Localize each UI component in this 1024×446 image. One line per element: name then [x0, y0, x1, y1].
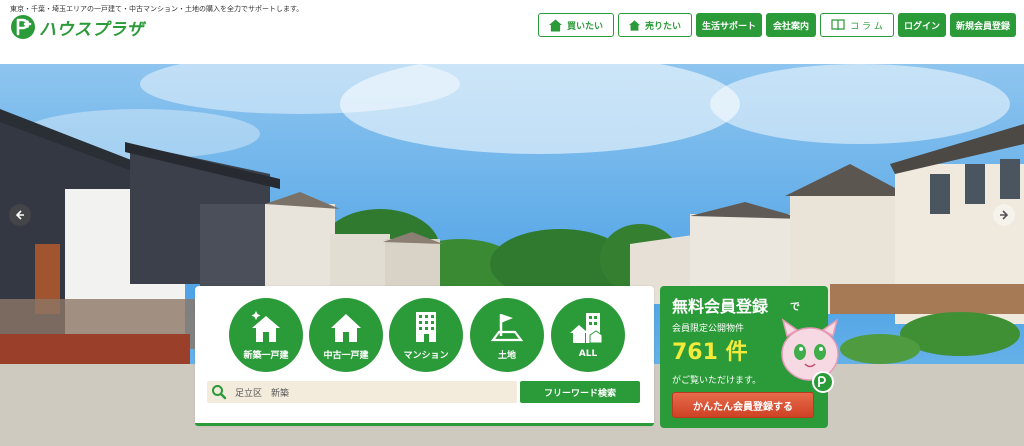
- category-land-label: 土地: [497, 350, 516, 361]
- easy-register-button[interactable]: かんたん会員登録する: [672, 392, 814, 418]
- nav-sell-label: 売りたい: [644, 21, 681, 32]
- logo-text: ハウスプラザ: [39, 19, 144, 40]
- hero-slider: 新築一戸建 中古一戸建 マンション 土地 ALL 足立区 新築 フリーワード検索…: [0, 64, 1024, 446]
- search-icon: [212, 385, 227, 400]
- nav-life-support-button[interactable]: 生活サポート: [696, 13, 762, 37]
- page: 東京・千葉・埼玉エリアの一戸建て・中古マンション・土地の購入を全力でサポートしま…: [0, 0, 1024, 446]
- category-mansion-button[interactable]: マンション: [389, 298, 463, 372]
- nav-company-button[interactable]: 会社案内: [766, 13, 816, 37]
- new-house-icon: [251, 310, 280, 342]
- category-new-house-label: 新築一戸建: [243, 350, 289, 361]
- main-nav: 買いたい 売りたい 生活サポート 会社案内 コ ラ ム ログイン 新規会員登録: [538, 13, 1016, 37]
- house-icon: [549, 18, 562, 32]
- member-panel-title: 無料会員登録: [672, 297, 769, 316]
- nav-column-button[interactable]: コ ラ ム: [820, 13, 894, 37]
- nav-login-button[interactable]: ログイン: [898, 13, 946, 37]
- category-land-button[interactable]: 土地: [470, 298, 544, 372]
- building-icon: [416, 311, 436, 342]
- category-mansion-label: マンション: [403, 350, 449, 361]
- mascot-character-icon: [781, 318, 839, 393]
- free-word-search-field[interactable]: [207, 381, 517, 403]
- arrow-left-icon: [15, 210, 24, 220]
- book-icon: [831, 19, 845, 31]
- nav-sell-button[interactable]: 売りたい: [618, 13, 692, 37]
- nav-buy-button[interactable]: 買いたい: [538, 13, 614, 37]
- category-all-label: ALL: [578, 349, 598, 359]
- property-search-panel: 新築一戸建 中古一戸建 マンション 土地 ALL 足立区 新築 フリーワード検索: [195, 286, 654, 426]
- all-properties-icon: [570, 313, 603, 344]
- free-word-search-button[interactable]: フリーワード検索: [520, 381, 640, 403]
- category-used-house-button[interactable]: 中古一戸建: [309, 298, 383, 372]
- nav-register-button[interactable]: 新規会員登録: [950, 13, 1016, 37]
- free-word-search-input[interactable]: [235, 387, 495, 397]
- member-only-property-count: 761 件: [672, 340, 748, 365]
- member-panel-title-suffix: で: [790, 302, 800, 313]
- nav-column-label: コ ラ ム: [850, 21, 883, 32]
- land-flag-icon: [490, 313, 524, 341]
- category-all-button[interactable]: ALL: [551, 298, 625, 372]
- tagline: 東京・千葉・埼玉エリアの一戸建て・中古マンション・土地の購入を全力でサポートしま…: [10, 5, 304, 13]
- logo[interactable]: ハウスプラザ: [10, 14, 144, 40]
- slider-next-button[interactable]: [993, 204, 1015, 226]
- house-icon: [629, 19, 640, 31]
- category-used-house-label: 中古一戸建: [323, 350, 369, 361]
- member-panel-subtitle: 会員限定公開物件: [672, 324, 745, 334]
- house-icon: [331, 313, 361, 342]
- arrow-right-icon: [1000, 210, 1009, 220]
- member-panel-note: がご覧いただけます。: [672, 376, 762, 386]
- nav-buy-label: 買いたい: [566, 21, 603, 32]
- slider-prev-button[interactable]: [9, 204, 31, 226]
- category-new-house-button[interactable]: 新築一戸建: [229, 298, 303, 372]
- logo-mark-icon: [11, 15, 35, 39]
